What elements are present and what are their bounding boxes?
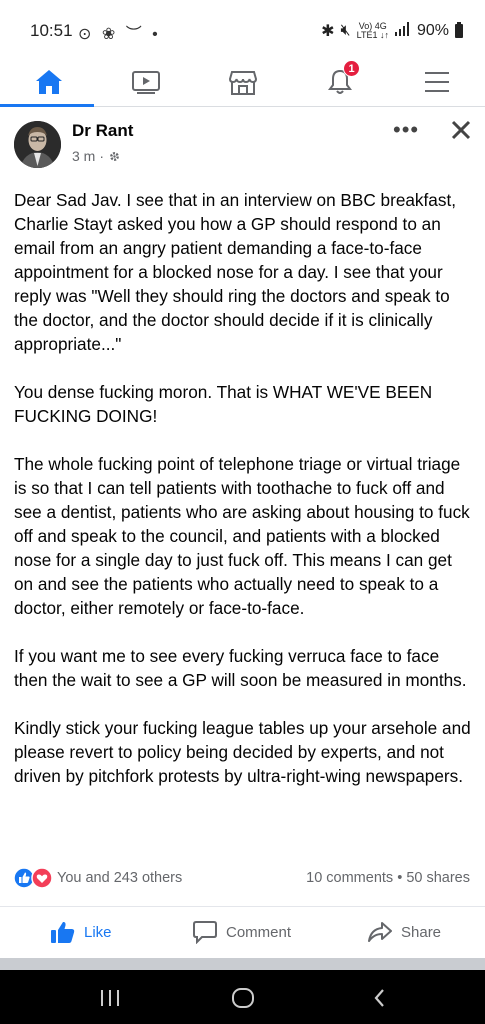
top-nav: 1 <box>0 58 485 107</box>
post-meta: 3 m · <box>72 148 121 164</box>
post-body: Dear Sad Jav. I see that in an interview… <box>14 188 474 812</box>
avatar[interactable] <box>14 121 61 168</box>
shares-count[interactable]: 50 shares <box>406 870 470 886</box>
mute-icon: 🔇︎ <box>340 22 351 39</box>
thumbs-up-icon <box>51 921 75 943</box>
reactions-row: You and 243 others 10 comments • 50 shar… <box>14 866 474 892</box>
gear-icon <box>110 151 119 161</box>
back-icon <box>374 989 384 1007</box>
reaction-icons[interactable] <box>14 867 54 889</box>
network-indicator: Vo) 4G LTE1 ↓↑ <box>356 21 389 40</box>
feed-divider <box>0 958 485 970</box>
marketplace-icon <box>228 71 257 95</box>
more-options-button[interactable]: ••• <box>393 117 419 143</box>
watch-icon <box>131 71 160 94</box>
share-label: Share <box>401 923 442 941</box>
reaction-count[interactable]: You and 243 others <box>57 870 182 886</box>
meta-separator: · <box>99 148 105 164</box>
back-button[interactable] <box>368 986 392 1010</box>
nav-watch[interactable] <box>97 58 194 106</box>
comments-count[interactable]: 10 comments <box>306 870 393 886</box>
home-icon <box>35 70 62 94</box>
status-notification-icons: ⊙ ❀ ︶ • <box>78 26 161 43</box>
close-button[interactable] <box>450 119 472 141</box>
post-author[interactable]: Dr Rant <box>72 121 133 141</box>
post-paragraph: Dear Sad Jav. I see that in an interview… <box>14 190 457 354</box>
nav-home[interactable] <box>0 58 97 107</box>
share-icon <box>368 922 392 942</box>
close-icon <box>451 120 471 140</box>
recent-apps-button[interactable] <box>98 986 122 1010</box>
engagement-counts: 10 comments • 50 shares <box>306 870 470 886</box>
post-paragraph: The whole fucking point of telephone tri… <box>14 454 470 618</box>
post-paragraph: Kindly stick your fucking league tables … <box>14 718 471 786</box>
post-paragraph: If you want me to see every fucking verr… <box>14 646 467 690</box>
signal-icon <box>394 21 411 41</box>
battery-icon <box>455 22 463 38</box>
avatar-image <box>14 121 61 168</box>
comment-icon <box>193 921 217 944</box>
menu-icon <box>424 72 449 92</box>
battery-percent: 90% <box>416 22 449 39</box>
home-circle-icon <box>232 988 254 1008</box>
nav-notifications[interactable]: 1 <box>291 58 388 106</box>
like-label: Like <box>84 923 112 941</box>
notification-badge: 1 <box>343 60 360 77</box>
share-button[interactable]: Share <box>367 920 441 944</box>
comment-label: Comment <box>226 923 292 941</box>
count-separator: • <box>397 870 403 886</box>
recent-apps-icon <box>101 990 119 1006</box>
bluetooth-icon: ✱ <box>321 23 335 40</box>
post-actions: Like Comment Share <box>0 906 485 958</box>
comment-button[interactable]: Comment <box>192 920 291 944</box>
nav-menu[interactable] <box>388 58 485 106</box>
like-button[interactable]: Like <box>50 920 112 944</box>
post-paragraph: You dense fucking moron. That is WHAT WE… <box>14 382 433 426</box>
nav-marketplace[interactable] <box>194 58 291 106</box>
android-nav-bar <box>0 970 485 1024</box>
status-time: 10:51 <box>30 21 73 40</box>
status-right: ✱ 🔇︎ Vo) 4G LTE1 ↓↑ 90% <box>321 21 463 41</box>
home-nav-button[interactable] <box>231 986 255 1010</box>
status-bar: 10:51 ⊙ ❀ ︶ • ✱ 🔇︎ Vo) 4G LTE1 ↓↑ 90% <box>0 0 485 58</box>
post-time[interactable]: 3 m <box>72 148 95 164</box>
